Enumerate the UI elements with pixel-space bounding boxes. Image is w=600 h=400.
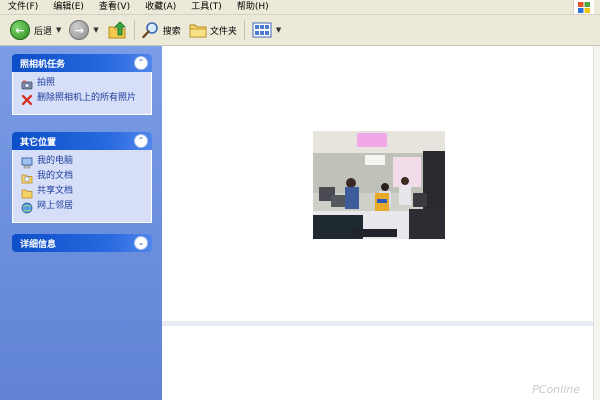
back-arrow-icon: ←: [10, 20, 30, 40]
other-places-title: 其它位置: [20, 137, 57, 148]
up-folder-button[interactable]: [103, 18, 131, 42]
views-dropdown-icon[interactable]: ▼: [276, 26, 281, 34]
collapse-chevron-icon[interactable]: ⌃: [134, 56, 148, 70]
task-take-picture[interactable]: 拍照: [21, 78, 145, 91]
folders-button[interactable]: 文件夹: [185, 18, 241, 42]
menu-help[interactable]: 帮助(H): [229, 0, 276, 14]
forward-dropdown-icon[interactable]: ▼: [93, 26, 98, 34]
menu-bar: 文件(F) 编辑(E) 查看(V) 收藏(A) 工具(T) 帮助(H): [0, 0, 600, 15]
place-label: 我的文档: [37, 171, 74, 181]
my-computer-icon: [21, 157, 33, 169]
details-title: 详细信息: [20, 239, 57, 250]
back-label: 后退: [34, 26, 53, 37]
menu-file[interactable]: 文件(F): [0, 0, 45, 14]
camera-tasks-panel: 照相机任务 ⌃ 拍照 删除照相机上的所有照片: [12, 54, 152, 115]
menu-tools[interactable]: 工具(T): [183, 0, 229, 14]
forward-button[interactable]: → ▼: [65, 18, 102, 42]
office-photo: [313, 131, 445, 239]
place-label: 网上邻居: [37, 201, 74, 211]
camera-tasks-title: 照相机任务: [20, 59, 66, 70]
content-divider: [162, 321, 594, 326]
folders-label: 文件夹: [209, 26, 237, 37]
expand-chevron-icon[interactable]: ⌄: [134, 236, 148, 250]
search-icon: [142, 22, 158, 39]
network-places-icon: [21, 202, 33, 214]
details-panel: 详细信息 ⌄: [12, 234, 152, 252]
camera-tasks-body: 拍照 删除照相机上的所有照片: [12, 72, 152, 115]
shared-folder-icon: [21, 189, 33, 199]
views-button[interactable]: ▼: [248, 18, 285, 42]
place-shared-documents[interactable]: 共享文档: [21, 186, 145, 199]
details-header[interactable]: 详细信息 ⌄: [12, 234, 152, 252]
watermark: PConline: [532, 383, 580, 396]
content-area: PConline: [162, 46, 600, 400]
menu-view[interactable]: 查看(V): [91, 0, 137, 14]
task-label: 删除照相机上的所有照片: [37, 93, 137, 103]
back-dropdown-icon[interactable]: ▼: [56, 26, 61, 34]
toolbar-separator: [243, 20, 245, 40]
toolbar: ← 后退 ▼ → ▼ 搜索 文件夹 ▼: [0, 15, 600, 46]
views-grid-icon: [252, 22, 272, 38]
windows-logo-icon: [573, 0, 594, 14]
other-places-panel: 其它位置 ⌃ 我的电脑 我的文档 共享文档 网上邻居: [12, 132, 152, 223]
task-label: 拍照: [37, 78, 56, 88]
search-button[interactable]: 搜索: [138, 18, 185, 42]
place-label: 共享文档: [37, 186, 74, 196]
toolbar-separator: [133, 20, 135, 40]
place-my-computer[interactable]: 我的电脑: [21, 156, 145, 169]
search-label: 搜索: [162, 26, 181, 37]
camera-tasks-header[interactable]: 照相机任务 ⌃: [12, 54, 152, 72]
delete-x-icon: [21, 94, 33, 106]
other-places-header[interactable]: 其它位置 ⌃: [12, 132, 152, 150]
folder-icon: [189, 24, 207, 38]
forward-arrow-icon: →: [69, 20, 90, 40]
scrollbar-edge[interactable]: [593, 46, 600, 400]
camera-preview-image[interactable]: [313, 131, 445, 239]
place-my-documents[interactable]: 我的文档: [21, 171, 145, 184]
up-folder-icon: [108, 21, 126, 39]
back-button[interactable]: ← 后退 ▼: [6, 18, 65, 42]
my-documents-icon: [21, 174, 33, 184]
menu-favorites[interactable]: 收藏(A): [137, 0, 183, 14]
collapse-chevron-icon[interactable]: ⌃: [134, 134, 148, 148]
task-delete-all-photos[interactable]: 删除照相机上的所有照片: [21, 93, 145, 106]
task-pane: 照相机任务 ⌃ 拍照 删除照相机上的所有照片 其它位置 ⌃ 我的电脑 我的文档 …: [0, 46, 162, 400]
place-label: 我的电脑: [37, 156, 74, 166]
menu-edit[interactable]: 编辑(E): [45, 0, 91, 14]
camera-icon: [21, 80, 33, 90]
place-network[interactable]: 网上邻居: [21, 201, 145, 214]
other-places-body: 我的电脑 我的文档 共享文档 网上邻居: [12, 150, 152, 223]
